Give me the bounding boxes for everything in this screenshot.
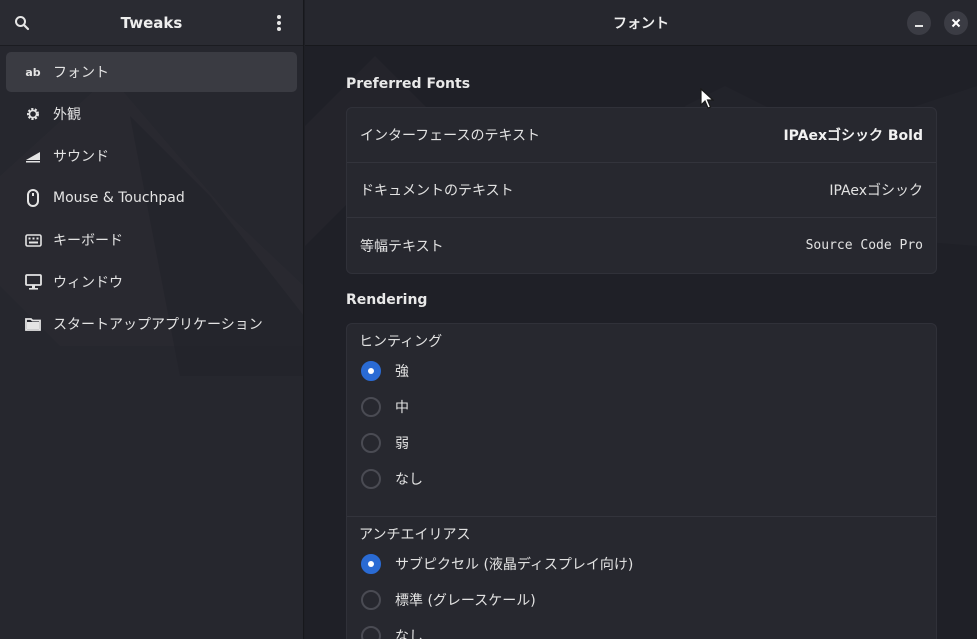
- sidebar-item-mouse-touchpad[interactable]: Mouse & Touchpad: [6, 178, 297, 218]
- radio-button[interactable]: [361, 469, 381, 489]
- antialiasing-option-none[interactable]: なし: [359, 618, 936, 639]
- radio-label: 弱: [395, 436, 409, 452]
- gear-icon: [24, 105, 42, 123]
- font-row-label: インターフェースのテキスト: [360, 128, 541, 144]
- hinting-option-slight[interactable]: 弱: [359, 425, 936, 461]
- minimize-icon: [915, 25, 923, 27]
- radio-label: なし: [395, 472, 423, 488]
- font-row-label: 等幅テキスト: [360, 238, 444, 255]
- font-row-label: ドキュメントのテキスト: [360, 183, 514, 199]
- radio-button[interactable]: [361, 626, 381, 639]
- menu-button[interactable]: [265, 9, 293, 37]
- minimize-button[interactable]: [907, 11, 931, 35]
- tweaks-window: Tweaks ab フォント 外観 サウンド Mouse & Touchpad …: [0, 0, 977, 639]
- radio-label: なし: [395, 629, 423, 639]
- sidebar-item-label: サウンド: [53, 149, 109, 165]
- sidebar-item-label: フォント: [53, 65, 109, 81]
- mouse-icon: [24, 189, 42, 207]
- font-row-value: IPAexゴシック Bold: [783, 128, 923, 144]
- radio-button[interactable]: [361, 590, 381, 610]
- antialiasing-option-grayscale[interactable]: 標準 (グレースケール): [359, 582, 936, 618]
- font-row-interface[interactable]: インターフェースのテキスト IPAexゴシック Bold: [347, 108, 936, 163]
- hinting-option-medium[interactable]: 中: [359, 389, 936, 425]
- close-button[interactable]: [944, 11, 968, 35]
- radio-label: 強: [395, 364, 409, 380]
- font-row-monospace[interactable]: 等幅テキスト Source Code Pro: [347, 218, 936, 273]
- sidebar-item-fonts[interactable]: ab フォント: [6, 52, 297, 92]
- section-title-preferred-fonts: Preferred Fonts: [346, 76, 471, 92]
- preferred-fonts-card: インターフェースのテキスト IPAexゴシック Bold ドキュメントのテキスト…: [346, 107, 937, 274]
- radio-button[interactable]: [361, 361, 381, 381]
- radio-button[interactable]: [361, 397, 381, 417]
- sidebar-item-label: スタートアップアプリケーション: [53, 317, 263, 333]
- font-row-value: Source Code Pro: [805, 238, 923, 253]
- page-title: フォント: [613, 15, 669, 32]
- hinting-option-none[interactable]: なし: [359, 461, 936, 497]
- radio-button[interactable]: [361, 433, 381, 453]
- hinting-group: ヒンティング 強 中 弱 なし: [347, 324, 936, 516]
- mouse-pointer-icon: [700, 88, 714, 109]
- hinting-option-full[interactable]: 強: [359, 353, 936, 389]
- folder-icon: [24, 315, 42, 333]
- sidebar-item-label: Mouse & Touchpad: [53, 190, 185, 206]
- sidebar-item-appearance[interactable]: 外観: [6, 94, 297, 134]
- sidebar-nav: ab フォント 外観 サウンド Mouse & Touchpad キーボード ウ…: [0, 46, 303, 344]
- ab-text-icon: ab: [25, 65, 41, 79]
- sidebar-item-label: 外観: [53, 107, 81, 123]
- font-row-document[interactable]: ドキュメントのテキスト IPAexゴシック: [347, 163, 936, 218]
- volume-icon: [24, 147, 42, 165]
- font-row-value: IPAexゴシック: [829, 183, 923, 199]
- radio-label: 標準 (グレースケール): [395, 593, 536, 609]
- main-panel: フォント Preferred Fonts インターフェースのテキスト IPAex…: [305, 0, 977, 639]
- sidebar-header: Tweaks: [0, 0, 303, 46]
- search-icon: [15, 16, 30, 31]
- radio-button[interactable]: [361, 554, 381, 574]
- section-title-rendering: Rendering: [346, 292, 428, 308]
- sidebar-item-windows[interactable]: ウィンドウ: [6, 262, 297, 302]
- sidebar-item-sound[interactable]: サウンド: [6, 136, 297, 176]
- close-icon: [951, 18, 961, 28]
- rendering-card: ヒンティング 強 中 弱 なし アンチエイリアス サブピクセル (液晶ディスプレ…: [346, 323, 937, 639]
- radio-label: 中: [395, 400, 409, 416]
- sidebar: Tweaks ab フォント 外観 サウンド Mouse & Touchpad …: [0, 0, 304, 639]
- search-button[interactable]: [8, 9, 36, 37]
- antialiasing-label: アンチエイリアス: [359, 527, 471, 543]
- sidebar-item-label: キーボード: [53, 233, 123, 249]
- antialiasing-option-subpixel[interactable]: サブピクセル (液晶ディスプレイ向け): [359, 546, 936, 582]
- hinting-label: ヒンティング: [359, 334, 443, 350]
- keyboard-icon: [24, 231, 42, 249]
- radio-label: サブピクセル (液晶ディスプレイ向け): [395, 557, 634, 573]
- main-header[interactable]: フォント: [305, 0, 977, 46]
- monitor-icon: [24, 273, 42, 291]
- sidebar-item-startup-applications[interactable]: スタートアップアプリケーション: [6, 304, 297, 344]
- sidebar-title: Tweaks: [120, 13, 183, 32]
- antialiasing-group: アンチエイリアス サブピクセル (液晶ディスプレイ向け) 標準 (グレースケール…: [347, 516, 936, 639]
- fonts-content: Preferred Fonts インターフェースのテキスト IPAexゴシック …: [305, 71, 977, 639]
- vertical-dots-icon: [277, 15, 281, 31]
- sidebar-item-label: ウィンドウ: [53, 275, 123, 291]
- sidebar-item-keyboard[interactable]: キーボード: [6, 220, 297, 260]
